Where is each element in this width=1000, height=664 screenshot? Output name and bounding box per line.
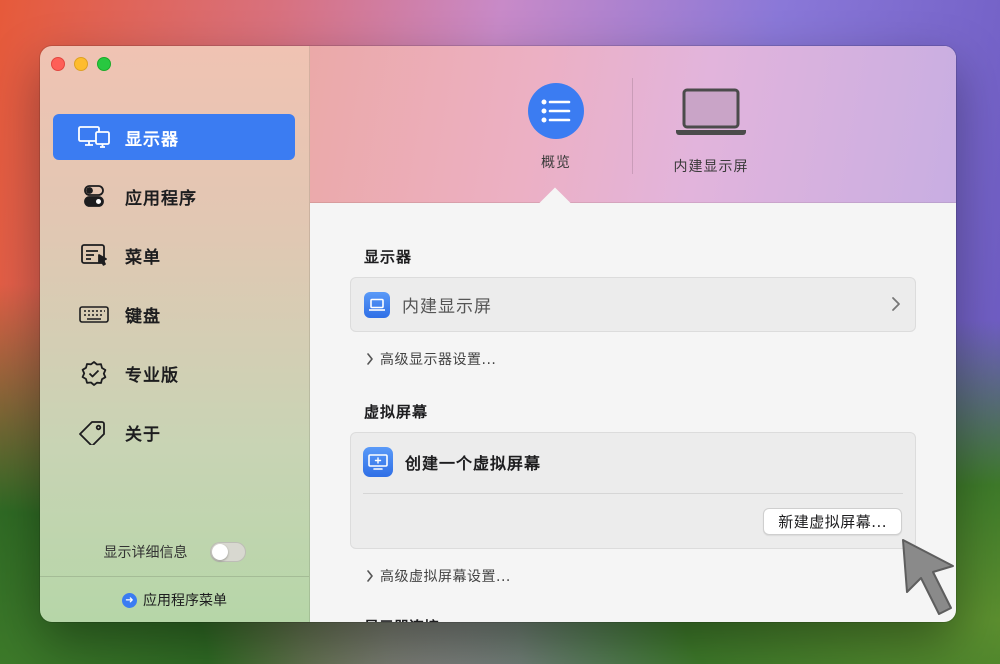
new-virtual-screen-button[interactable]: 新建虚拟屏幕... <box>763 508 902 535</box>
sidebar-item-about[interactable]: 关于 <box>53 409 295 455</box>
sidebar-item-menu[interactable]: 菜单 <box>53 232 295 278</box>
display-icon <box>78 126 110 148</box>
laptop-icon <box>364 291 390 318</box>
arrow-right-circle-icon: ➜ <box>122 592 137 608</box>
sidebar-item-label: 专业版 <box>125 365 179 386</box>
sidebar-divider <box>40 576 309 577</box>
tab-label: 内建显示屏 <box>673 159 749 175</box>
seal-check-icon <box>81 361 107 386</box>
create-virtual-row: 创建一个虚拟屏幕 <box>363 447 541 477</box>
app-window: 显示器 应用程序 菜单 键盘 专业版 关于 显示详细信息 ➜ 应用程序菜单 概览… <box>40 46 956 622</box>
header-divider <box>632 78 633 174</box>
advanced-display-label: 高级显示器设置... <box>380 352 497 368</box>
minimize-button[interactable] <box>74 57 88 71</box>
sidebar-item-displays[interactable]: 显示器 <box>53 114 295 160</box>
connection-section-title: 显示器连接 <box>364 612 439 622</box>
sidebar: 显示器 应用程序 菜单 键盘 专业版 关于 显示详细信息 ➜ 应用程序菜单 <box>40 46 310 622</box>
builtin-display-label: 内建显示屏 <box>402 297 492 317</box>
laptop-icon <box>676 88 746 135</box>
app-menu-link[interactable]: ➜ 应用程序菜单 <box>40 588 309 612</box>
sidebar-item-label: 菜单 <box>125 247 161 268</box>
virtual-screen-card: 创建一个虚拟屏幕 新建虚拟屏幕... <box>350 432 916 549</box>
selected-tab-indicator <box>539 187 571 219</box>
displays-section-title: 显示器 <box>364 248 413 266</box>
virtual-display-icon <box>363 447 393 477</box>
builtin-display-row[interactable]: 内建显示屏 <box>350 277 916 332</box>
sidebar-item-label: 显示器 <box>125 129 179 150</box>
main-pane: 概览 内建显示屏 显示器 内建显示屏 高级显示器设置... 虚拟屏幕 创建一个虚… <box>310 46 956 622</box>
list-icon <box>528 83 584 139</box>
tab-builtin-display[interactable]: 内建显示屏 <box>656 86 766 176</box>
sidebar-item-pro[interactable]: 专业版 <box>53 350 295 396</box>
advanced-display-settings-link[interactable]: 高级显示器设置... <box>366 349 496 369</box>
show-details-label: 显示详细信息 <box>103 545 188 561</box>
zoom-button[interactable] <box>97 57 111 71</box>
sidebar-item-label: 应用程序 <box>125 188 197 209</box>
show-details-toggle[interactable] <box>209 542 246 562</box>
advanced-virtual-label: 高级虚拟屏幕设置... <box>380 569 511 585</box>
app-menu-label: 应用程序菜单 <box>143 593 227 609</box>
keyboard-icon <box>79 306 109 323</box>
chevron-right-icon <box>892 297 900 311</box>
sidebar-item-apps[interactable]: 应用程序 <box>53 173 295 219</box>
close-button[interactable] <box>51 57 65 71</box>
tab-overview[interactable]: 概览 <box>518 83 594 172</box>
sidebar-item-label: 关于 <box>125 424 161 445</box>
sidebar-item-keyboard[interactable]: 键盘 <box>53 291 295 337</box>
tag-icon <box>79 421 105 445</box>
window-controls <box>51 57 111 71</box>
toggles-icon <box>84 185 104 207</box>
tab-label: 概览 <box>541 155 571 171</box>
pointer-arrow-icon <box>902 539 954 615</box>
chevron-right-icon <box>367 353 373 365</box>
sidebar-item-label: 键盘 <box>125 306 161 327</box>
card-divider <box>363 493 903 494</box>
header-tabs: 概览 内建显示屏 <box>310 46 956 219</box>
show-details-row: 显示详细信息 <box>40 540 309 564</box>
chevron-right-icon <box>367 570 373 582</box>
menu-icon <box>81 244 107 266</box>
create-virtual-label: 创建一个虚拟屏幕 <box>405 454 542 473</box>
sidebar-nav: 显示器 应用程序 菜单 键盘 专业版 关于 <box>53 114 295 468</box>
advanced-virtual-settings-link[interactable]: 高级虚拟屏幕设置... <box>366 566 511 586</box>
virtual-section-title: 虚拟屏幕 <box>364 403 429 421</box>
